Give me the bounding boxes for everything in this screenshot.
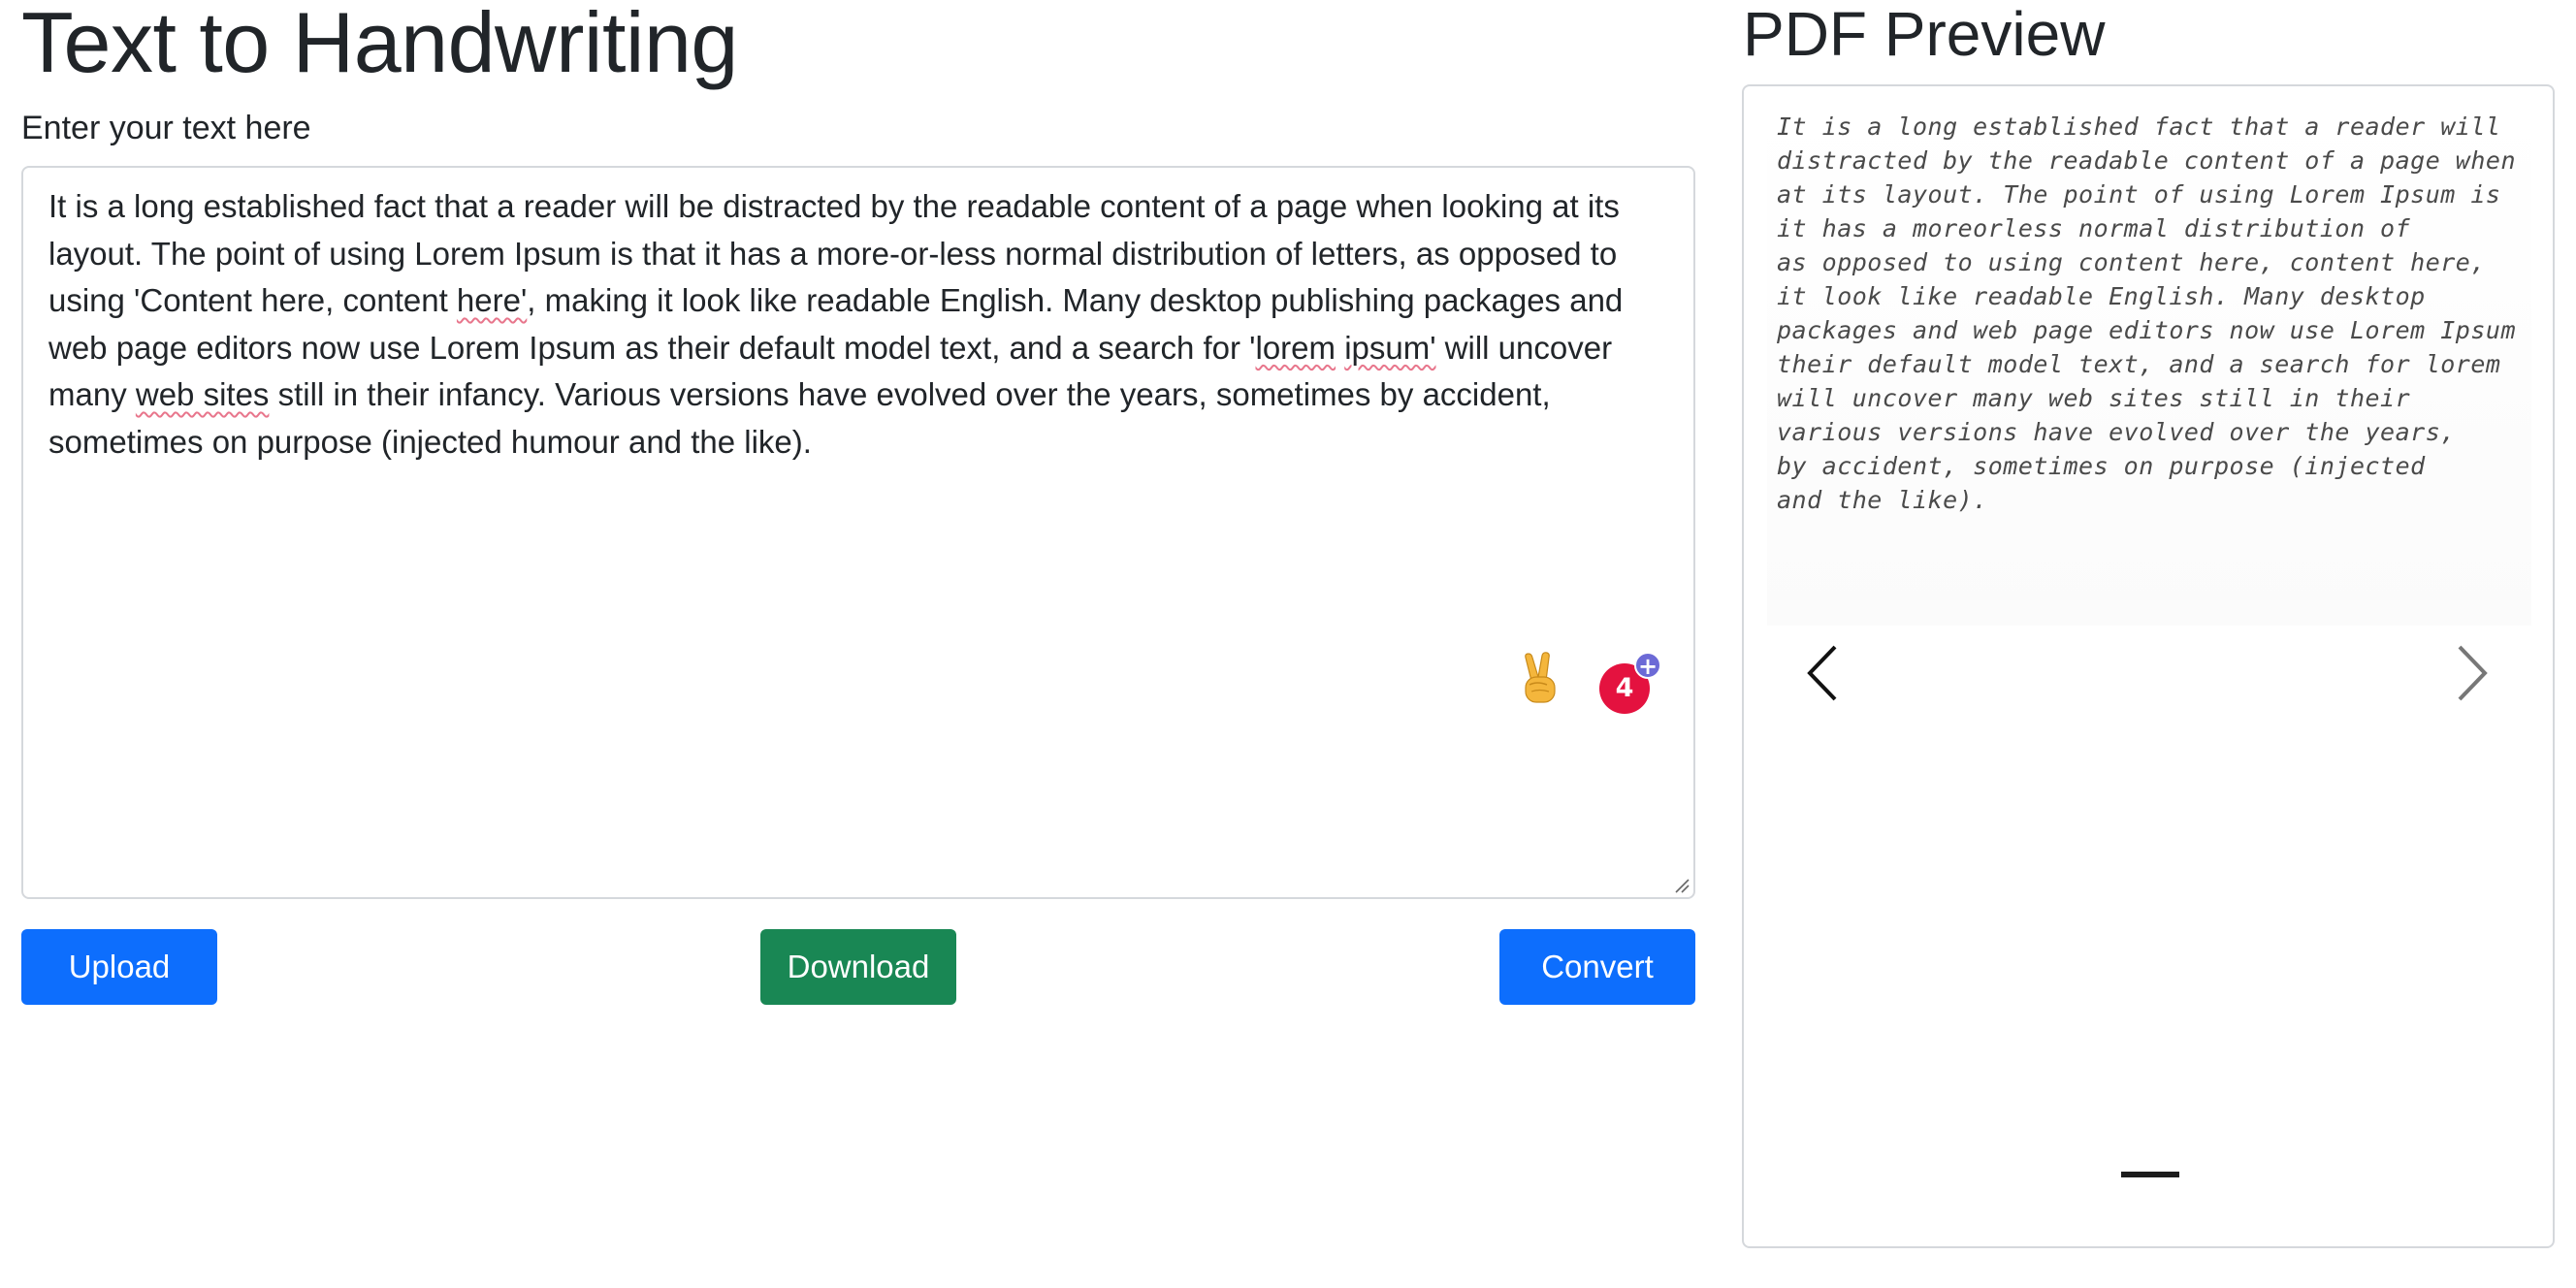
pdf-line: distracted by the readable content of a … [1777,146,2517,175]
text-segment [1336,330,1344,366]
upload-button[interactable]: Upload [21,929,217,1005]
text-input-content[interactable]: It is a long established fact that a rea… [48,183,1668,466]
pdf-line: It is a long established fact that a rea… [1777,113,2501,141]
pdf-line: their default model text, and a search f… [1777,350,2501,378]
pdf-line: and the like). [1777,486,1988,514]
pdf-line: various versions have evolved over the y… [1777,418,2456,446]
peace-hand-icon[interactable] [1518,652,1564,706]
pdf-handwriting-text: It is a long established fact that a rea… [1777,110,2533,517]
chevron-right-icon[interactable] [2450,639,2496,707]
pdf-page: It is a long established fact that a rea… [1767,102,2531,626]
pdf-line: packages and web page editors now use Lo… [1777,316,2517,344]
carousel-indicator[interactable] [2121,1172,2179,1177]
extension-badge[interactable]: 4 + [1584,648,1661,716]
pdf-preview-carousel: It is a long established fact that a rea… [1742,84,2555,1248]
chevron-left-icon[interactable] [1798,639,1845,707]
pdf-line: by accident, sometimes on purpose (injec… [1777,452,2426,480]
text-input-area[interactable]: It is a long established fact that a rea… [21,166,1695,899]
spellcheck-word: web sites [135,376,270,412]
text-segment: still in their infancy. Various versions… [48,376,1560,460]
resize-handle-icon[interactable] [1672,876,1690,893]
pdf-line: as opposed to using content here, conten… [1777,248,2486,276]
page-title: Text to Handwriting [21,0,738,90]
convert-button[interactable]: Convert [1499,929,1695,1005]
pdf-line: it has a moreorless normal distribution … [1777,214,2411,242]
pdf-line: will uncover many web sites still in the… [1777,384,2411,412]
plus-icon[interactable]: + [1634,652,1661,680]
spellcheck-word: lorem [1255,329,1336,366]
spellcheck-word: ipsum' [1344,329,1436,366]
pdf-line: it look like readable English. Many desk… [1777,282,2426,310]
spellcheck-word: here' [456,282,528,318]
preview-title: PDF Preview [1743,0,2106,69]
pdf-line: at its layout. The point of using Lorem … [1777,180,2501,209]
text-input-label: Enter your text here [21,110,311,146]
download-button[interactable]: Download [760,929,956,1005]
